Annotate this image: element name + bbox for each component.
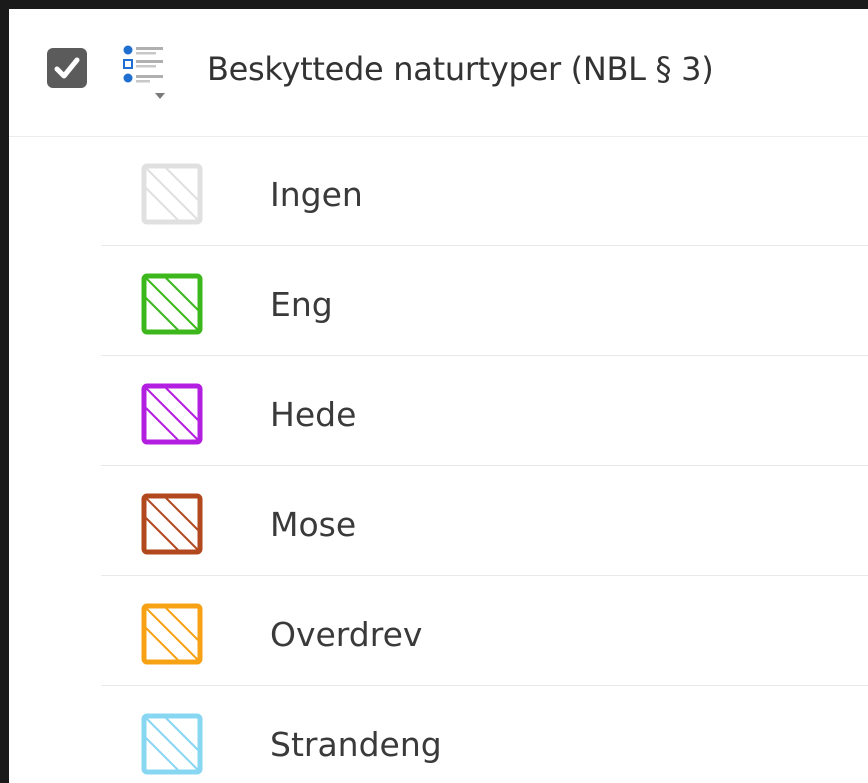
- layer-title: Beskyttede naturtyper (NBL § 3): [207, 50, 714, 88]
- checkmark-icon: [54, 57, 80, 79]
- hatched-square-icon: [141, 603, 203, 665]
- layer-visibility-checkbox[interactable]: [47, 48, 87, 88]
- legend-item-mose: Mose: [101, 466, 868, 576]
- hatched-square-icon: [141, 273, 203, 335]
- hatched-square-icon: [141, 383, 203, 445]
- legend-item-label: Ingen: [270, 175, 363, 214]
- legend-item-label: Overdrev: [270, 615, 423, 654]
- hatched-square-icon: [141, 713, 203, 775]
- legend-item-overdrev: Overdrev: [101, 576, 868, 686]
- legend-item-strandeng: Strandeng: [101, 686, 868, 783]
- legend-list: Ingen Eng Hede Mose Overdrev Strandeng: [101, 136, 868, 783]
- legend-item-eng: Eng: [101, 246, 868, 356]
- legend-item-label: Hede: [270, 395, 357, 434]
- legend-item-label: Eng: [270, 285, 333, 324]
- layer-panel: Beskyttede naturtyper (NBL § 3) Ingen En…: [0, 0, 868, 783]
- legend-item-ingen: Ingen: [101, 136, 868, 246]
- legend-item-hede: Hede: [101, 356, 868, 466]
- layer-header[interactable]: Beskyttede naturtyper (NBL § 3): [9, 9, 868, 137]
- legend-list-icon[interactable]: [119, 41, 175, 101]
- legend-item-label: Strandeng: [270, 725, 442, 764]
- legend-item-label: Mose: [270, 505, 357, 544]
- hatched-square-icon: [141, 163, 203, 225]
- hatched-square-icon: [141, 493, 203, 555]
